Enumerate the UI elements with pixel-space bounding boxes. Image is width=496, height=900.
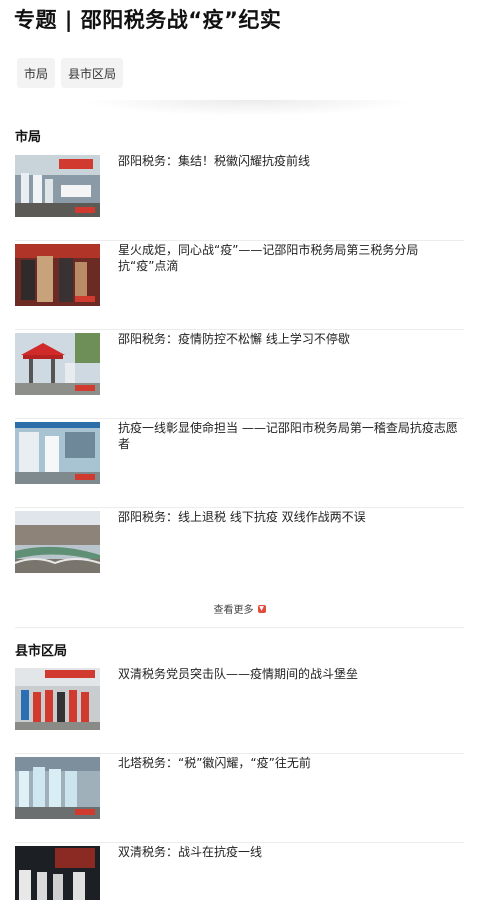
tab-city-bureau[interactable]: 市局 [17,58,56,88]
news-title: 北塔税务：“税”徽闪耀，“疫”往无前 [118,756,311,770]
news-thumbnail [15,155,100,217]
page-title: 专题 | 邵阳税务战“疫”纪实 [14,8,282,32]
list-item[interactable]: 邵阳税务：线上退税 线下抗疫 双线作战两不误 [15,509,464,597]
view-more-label: 查看更多 [213,605,254,616]
section-title-county: 县市区局 [15,644,68,659]
news-title: 双清税务党员突击队——疫情期间的战斗堡垒 [118,667,359,681]
list-item[interactable]: 星火成炬，同心战“疫”——记邵阳市税务局第三税务分局抗“疫”点滴 [15,242,464,330]
news-title: 星火成炬，同心战“疫”——记邵阳市税务局第三税务分局抗“疫”点滴 [118,243,419,273]
tab-county-bureau[interactable]: 县市区局 [61,58,124,88]
list-item[interactable]: 邵阳税务：疫情防控不松懈 线上学习不停歇 [15,331,464,419]
section-title-city: 市局 [15,130,42,145]
news-thumbnail [15,244,100,306]
news-title: 邵阳税务：集结！税徽闪耀抗疫前线 [118,154,311,168]
view-more-button[interactable]: 查看更多 ▼ [15,590,464,628]
section-tabs: 市局 县市区局 [17,58,124,88]
news-thumbnail [15,511,100,573]
news-thumbnail [15,422,100,484]
list-item[interactable]: 双清税务党员突击队——疫情期间的战斗堡垒 [15,666,464,754]
news-thumbnail [15,668,100,730]
list-item[interactable]: 抗疫一线彰显使命担当 ——记邵阳市税务局第一稽查局抗疫志愿者 [15,420,464,508]
news-thumbnail [15,333,100,395]
news-thumbnail [15,846,100,900]
news-title: 抗疫一线彰显使命担当 ——记邵阳市税务局第一稽查局抗疫志愿者 [118,421,458,451]
list-item[interactable]: 邵阳税务：集结！税徽闪耀抗疫前线 [15,153,464,241]
chevron-down-icon: ▼ [257,604,266,613]
news-thumbnail [15,757,100,819]
news-title: 双清税务：战斗在抗疫一线 [118,845,263,859]
news-title: 邵阳税务：疫情防控不松懈 线上学习不停歇 [118,332,350,346]
list-item[interactable]: 北塔税务：“税”徽闪耀，“疫”往无前 [15,755,464,843]
list-item[interactable]: 双清税务：战斗在抗疫一线 [15,844,464,900]
news-title: 邵阳税务：线上退税 线下抗疫 双线作战两不误 [118,510,366,524]
tabs-shadow-divider [80,100,420,116]
